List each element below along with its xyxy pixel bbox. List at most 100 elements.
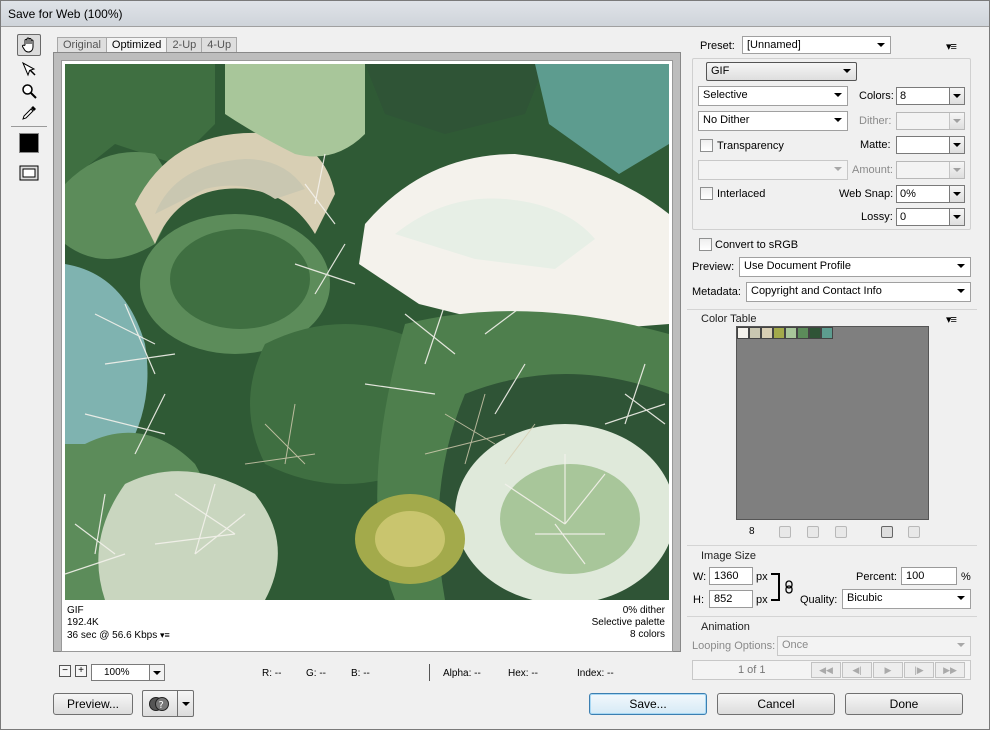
- title-bar: Save for Web (100%): [1, 1, 989, 27]
- color-table-menu-icon[interactable]: ▾≡: [946, 313, 957, 326]
- readout-b: B: --: [351, 668, 370, 679]
- preview-in-browser-button[interactable]: Preview...: [53, 693, 133, 715]
- next-frame-icon[interactable]: |▶: [904, 662, 934, 678]
- tab-2-up[interactable]: 2-Up: [166, 37, 203, 53]
- color-swatch[interactable]: [773, 327, 785, 339]
- chevron-down-icon[interactable]: [949, 209, 964, 225]
- lock-color-icon[interactable]: [835, 526, 847, 538]
- width-unit: px: [756, 571, 768, 583]
- file-format-select[interactable]: GIF: [706, 62, 857, 81]
- color-swatch[interactable]: [761, 327, 773, 339]
- chevron-down-icon: [957, 643, 965, 647]
- interlaced-checkbox[interactable]: [700, 187, 713, 200]
- percent-label: Percent:: [856, 571, 897, 583]
- readout-g: G: --: [306, 668, 326, 679]
- dither-amount-combo[interactable]: [896, 112, 965, 130]
- transparency-dither-select[interactable]: [698, 160, 848, 180]
- new-color-icon[interactable]: [881, 526, 893, 538]
- save-for-web-dialog: Save for Web (100%) Original Optimized 2…: [0, 0, 990, 730]
- zoom-in-button[interactable]: +: [75, 665, 87, 677]
- section-divider: [687, 616, 977, 617]
- chevron-down-icon[interactable]: [949, 88, 964, 104]
- colors-combo[interactable]: 8: [896, 87, 965, 105]
- cancel-button[interactable]: Cancel: [717, 693, 835, 715]
- readout-index: Index: --: [577, 668, 614, 679]
- tab-optimized[interactable]: Optimized: [105, 37, 168, 53]
- quality-select[interactable]: Bicubic: [842, 589, 971, 609]
- map-to-transparent-icon[interactable]: [779, 526, 791, 538]
- color-swatch[interactable]: [785, 327, 797, 339]
- info-file-size: 192.4K: [67, 617, 99, 628]
- file-format-value: GIF: [711, 65, 730, 77]
- zoom-tool-icon[interactable]: [17, 80, 41, 102]
- play-icon[interactable]: ▶: [873, 662, 903, 678]
- toggle-slices-icon[interactable]: [17, 162, 41, 184]
- chevron-down-icon[interactable]: [949, 113, 964, 129]
- amount-combo[interactable]: [896, 161, 965, 179]
- zoom-level-value: 100%: [104, 667, 130, 678]
- trash-icon[interactable]: [908, 526, 920, 538]
- color-swatch[interactable]: [749, 327, 761, 339]
- zoom-level-select[interactable]: 100%: [91, 664, 165, 681]
- constrain-proportions-link-icon[interactable]: [770, 572, 798, 602]
- width-input[interactable]: 1360: [709, 567, 753, 585]
- web-snap-combo[interactable]: 0%: [896, 185, 965, 203]
- chevron-down-icon[interactable]: [949, 137, 964, 153]
- chevron-down-icon[interactable]: [149, 665, 164, 680]
- color-reduction-select[interactable]: Selective: [698, 86, 848, 106]
- readout-hex: Hex: --: [508, 668, 538, 679]
- slice-select-tool-icon[interactable]: [17, 58, 41, 80]
- transparency-checkbox[interactable]: [700, 139, 713, 152]
- looping-options-label: Looping Options:: [692, 640, 776, 652]
- download-speed-menu-icon[interactable]: ▾≡: [160, 630, 170, 640]
- height-input[interactable]: 852: [709, 590, 753, 608]
- optimize-menu-icon[interactable]: ▾≡: [946, 40, 957, 53]
- color-reduction-value: Selective: [703, 89, 748, 101]
- chevron-down-icon: [834, 167, 842, 171]
- color-swatch[interactable]: [797, 327, 809, 339]
- browser-dropdown-icon[interactable]: [177, 691, 193, 716]
- last-frame-icon[interactable]: ▶▶: [935, 662, 965, 678]
- chevron-down-icon: [877, 43, 885, 47]
- previous-frame-icon[interactable]: ◀|: [842, 662, 872, 678]
- chevron-down-icon: [834, 93, 842, 97]
- optimized-image-preview[interactable]: [65, 64, 669, 600]
- width-label: W:: [693, 571, 707, 583]
- svg-text:?: ?: [159, 700, 164, 711]
- metadata-select[interactable]: Copyright and Contact Info: [746, 282, 971, 302]
- matte-combo[interactable]: [896, 136, 965, 154]
- web-shift-icon[interactable]: [807, 526, 819, 538]
- lossy-combo[interactable]: 0: [896, 208, 965, 226]
- done-button[interactable]: Done: [845, 693, 963, 715]
- zoom-out-button[interactable]: −: [59, 665, 71, 677]
- info-colors: 8 colors: [629, 629, 665, 640]
- convert-srgb-checkbox[interactable]: [699, 238, 712, 251]
- color-swatch[interactable]: [821, 327, 833, 339]
- first-frame-icon[interactable]: ◀◀: [811, 662, 841, 678]
- info-download-time[interactable]: 36 sec @ 56.6 Kbps ▾≡: [67, 629, 170, 642]
- web-snap-value: 0%: [900, 188, 916, 200]
- percent-input[interactable]: 100: [901, 567, 957, 585]
- chevron-down-icon[interactable]: [949, 186, 964, 202]
- looping-options-select[interactable]: Once: [777, 636, 971, 656]
- interlaced-label: Interlaced: [717, 188, 766, 200]
- color-table-grid[interactable]: [736, 326, 929, 520]
- chevron-down-icon[interactable]: [949, 162, 964, 178]
- metadata-value: Copyright and Contact Info: [751, 285, 882, 297]
- color-swatch[interactable]: [737, 327, 749, 339]
- preset-select[interactable]: [Unnamed]: [742, 36, 891, 54]
- color-swatch[interactable]: [809, 327, 821, 339]
- image-viewport[interactable]: GIF 192.4K 36 sec @ 56.6 Kbps ▾≡ 0% dith…: [53, 52, 681, 652]
- image-info-right: 0% dither Selective palette 8 colors: [592, 605, 665, 641]
- eyedropper-color-swatch[interactable]: [17, 132, 41, 154]
- hand-tool-icon[interactable]: [17, 34, 41, 56]
- preview-profile-select[interactable]: Use Document Profile: [739, 257, 971, 277]
- tab-original[interactable]: Original: [57, 37, 107, 53]
- tab-4-up[interactable]: 4-Up: [201, 37, 238, 53]
- section-divider: [687, 545, 977, 546]
- dither-algorithm-select[interactable]: No Dither: [698, 111, 848, 131]
- eyedropper-tool-icon[interactable]: [17, 102, 41, 124]
- browser-select[interactable]: ?: [142, 690, 194, 717]
- info-dither: 0% dither: [622, 605, 665, 616]
- save-button[interactable]: Save...: [589, 693, 707, 715]
